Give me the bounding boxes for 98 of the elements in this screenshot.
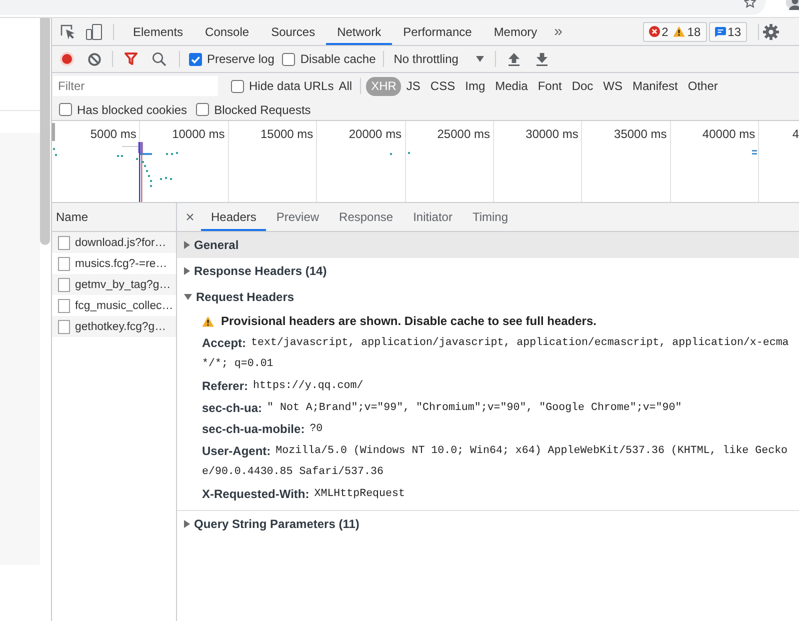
checkbox-label[interactable]: Has blocked cookies (77, 102, 188, 116)
filter-icon[interactable] (124, 52, 138, 66)
panel-tab[interactable]: Network (326, 18, 392, 45)
disclosure-triangle-icon[interactable] (184, 520, 190, 528)
document-icon (58, 278, 70, 292)
panel-tab[interactable]: Performance (392, 18, 483, 45)
header-name: sec-ch-ua-mobile: (202, 422, 305, 436)
disclosure-triangle-icon[interactable] (184, 294, 192, 300)
scrollbar-thumb[interactable] (40, 18, 50, 245)
search-icon[interactable] (152, 52, 166, 66)
request-row[interactable]: download.js?for… (52, 232, 176, 253)
detail-tab[interactable]: Response (329, 203, 404, 231)
panel-tab[interactable]: Console (194, 18, 260, 45)
column-header[interactable]: Name (52, 203, 176, 232)
avatar-icon[interactable] (786, 0, 799, 11)
type-filter-button[interactable]: JS (401, 76, 426, 96)
section-header[interactable]: Response Headers (14) (177, 258, 799, 284)
type-filter-button[interactable]: Media (490, 76, 533, 96)
type-filter-button[interactable]: WS (598, 76, 628, 96)
type-filter-button[interactable]: Font (532, 76, 567, 96)
section-header[interactable]: General (177, 232, 799, 258)
document-icon (58, 298, 70, 312)
throttling-select[interactable]: No throttling (394, 52, 484, 66)
checkbox[interactable] (231, 80, 244, 92)
type-filter-button[interactable]: Other (682, 76, 723, 96)
caret-icon (476, 56, 484, 62)
header-value: XMLHttpRequest (314, 488, 405, 500)
close-button[interactable]: × (185, 203, 195, 231)
type-filter-button[interactable]: Img (460, 76, 490, 96)
checkbox[interactable] (189, 52, 202, 66)
checkbox-label[interactable]: Hide data URLs (249, 79, 334, 93)
console-counter-button[interactable]: 13 (708, 22, 747, 42)
panel-tab[interactable]: Elements (122, 18, 194, 45)
section-header[interactable]: Request Headers (177, 284, 799, 310)
clear-icon[interactable] (88, 52, 101, 66)
header-value: ?0 (310, 423, 323, 436)
header-name: User-Agent: (202, 444, 271, 458)
download-icon[interactable] (536, 52, 548, 66)
warning-icon (673, 26, 686, 37)
timeline-tick-label: 25000 ms (437, 127, 490, 141)
upload-icon[interactable] (508, 52, 520, 66)
checkbox[interactable] (282, 52, 296, 66)
timeline-tick-label: 40000 ms (702, 127, 756, 141)
document-icon (58, 236, 70, 250)
record-icon[interactable] (60, 52, 74, 66)
timeline-tick-label: 15000 ms (260, 127, 314, 141)
timeline-tick-label: 10000 ms (172, 127, 225, 141)
type-filter-button[interactable]: Manifest (628, 76, 683, 96)
checkbox-label[interactable]: Disable cache (300, 52, 376, 66)
request-row[interactable]: musics.fcg?-=re… (52, 253, 176, 274)
checkbox-label[interactable]: Blocked Requests (214, 102, 311, 116)
section-header[interactable]: Query String Parameters (11) (177, 510, 799, 537)
header-value: text/javascript, application/javascript, application/ecmascript, application/x-ecma (251, 336, 789, 349)
timeline-tick-label: 4 (792, 127, 799, 141)
panel-tab[interactable]: Memory (482, 18, 548, 45)
header-name: X-Requested-With: (202, 486, 310, 501)
timeline-tick-label: 30000 ms (526, 127, 578, 141)
panel-tab[interactable]: Sources (260, 18, 326, 45)
request-row[interactable]: getmv_by_tag?g… (52, 274, 176, 295)
settings-icon[interactable] (763, 24, 779, 40)
timeline-tick-label: 5000 ms (90, 127, 136, 141)
more-tabs-button[interactable]: » (549, 24, 568, 40)
request-row[interactable]: fcg_music_collec… (52, 295, 176, 316)
header-value: e/90.0.4430.85 Safari/537.36 (202, 466, 384, 478)
detail-tab[interactable]: Preview (266, 203, 330, 231)
header-value: https://y.qq.com/ (253, 380, 364, 392)
provisional-headers-warning: Provisional headers are shown. Disable cache to see full headers. (221, 314, 596, 328)
filter-input[interactable]: Filter (53, 76, 218, 96)
header-name: Accept: (202, 336, 246, 350)
request-row[interactable]: gethotkey.fcg?g… (52, 316, 176, 337)
console-counter-button[interactable]: 2 18 (642, 22, 707, 42)
error-icon (648, 26, 660, 37)
detail-tab[interactable]: Timing (462, 203, 518, 231)
star-icon[interactable] (744, 0, 756, 9)
type-filter-button[interactable]: Doc (566, 76, 598, 96)
detail-tab[interactable]: Headers (201, 203, 266, 231)
disclosure-triangle-icon[interactable] (184, 241, 190, 249)
header-value: */*; q=0.01 (202, 358, 274, 370)
type-filter-button[interactable]: All (334, 76, 358, 96)
header-value: Mozilla/5.0 (Windows NT 10.0; Win64; x64) AppleWebKit/537.36 (KHTML, like Gecko (276, 444, 788, 457)
overview-window-handle[interactable] (52, 123, 55, 141)
header-name: sec-ch-ua: (202, 400, 262, 415)
checkbox-label[interactable]: Preserve log (207, 52, 274, 66)
type-filter-button[interactable]: CSS (425, 76, 460, 96)
checkbox[interactable] (196, 103, 210, 116)
message-icon (714, 26, 726, 36)
document-icon (58, 320, 70, 334)
header-name: Referer: (202, 378, 248, 393)
warning-icon (202, 316, 214, 326)
detail-tab[interactable]: Initiator (403, 203, 462, 231)
timeline-tick-label: 20000 ms (348, 127, 402, 141)
inspect-icon[interactable] (60, 24, 76, 40)
timeline-tick-label: 35000 ms (614, 127, 667, 141)
device-icon[interactable] (86, 24, 102, 40)
header-value: " Not A;Brand";v="99", "Chromium";v="90", "Google Chrome";v="90" (267, 402, 682, 414)
disclosure-triangle-icon[interactable] (184, 267, 190, 275)
document-icon (58, 256, 70, 270)
checkbox[interactable] (59, 103, 72, 116)
